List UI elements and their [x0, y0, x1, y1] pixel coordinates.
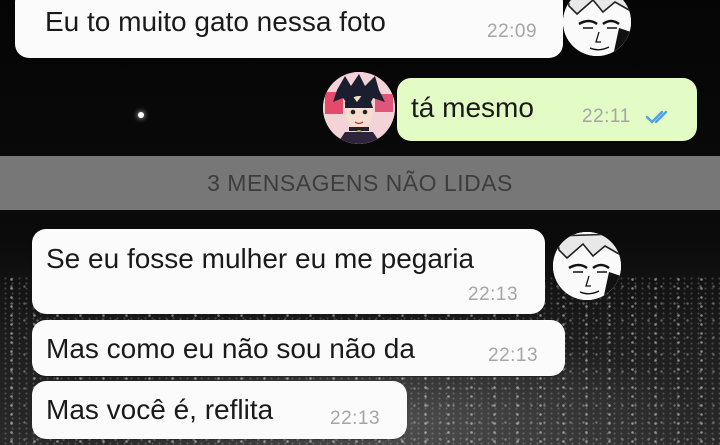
message-bubble-incoming[interactable]: Mas você é, reflita 22:13: [32, 381, 407, 439]
message-timestamp: 22:09: [487, 21, 538, 42]
unread-messages-label: 3 MENSAGENS NÃO LIDAS: [207, 170, 513, 196]
message-text: Mas você é, reflita: [46, 394, 274, 425]
message-timestamp: 22:13: [330, 408, 381, 429]
message-text: Mas como eu não sou não da: [46, 333, 415, 364]
unread-messages-divider: 3 MENSAGENS NÃO LIDAS: [0, 156, 720, 210]
message-timestamp: 22:11: [582, 106, 631, 127]
anime-character-avatar-icon: [323, 72, 395, 144]
message-bubble-incoming[interactable]: Eu to muito gato nessa foto 22:09: [15, 0, 563, 58]
message-text: Se eu fosse mulher eu me pegaria: [46, 243, 475, 274]
double-check-icon: [645, 110, 668, 124]
message-text: Eu to muito gato nessa foto: [45, 6, 386, 37]
light-spot: [138, 112, 144, 118]
message-text: tá mesmo: [411, 92, 534, 123]
message-bubble-incoming[interactable]: Se eu fosse mulher eu me pegaria 22:13: [32, 229, 545, 314]
message-timestamp: 22:13: [468, 284, 519, 305]
manga-character-avatar-icon: [553, 232, 621, 300]
message-bubble-incoming[interactable]: Mas como eu não sou não da 22:13: [32, 320, 565, 376]
self-avatar[interactable]: [323, 72, 395, 144]
message-bubble-outgoing[interactable]: tá mesmo 22:11: [397, 78, 697, 141]
chat-background: [0, 0, 720, 445]
message-timestamp: 22:13: [488, 345, 539, 366]
contact-avatar[interactable]: [553, 232, 621, 300]
